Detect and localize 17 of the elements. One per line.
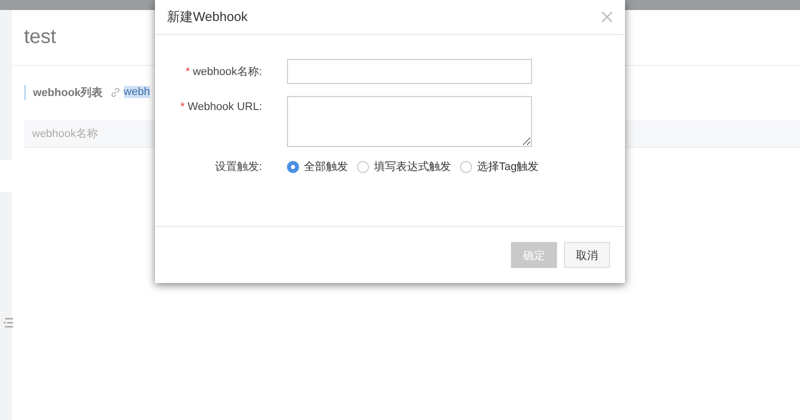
field-label: * Webhook URL: bbox=[179, 100, 263, 113]
page-title: test bbox=[23, 25, 58, 50]
webhook-link[interactable]: webh bbox=[124, 86, 150, 98]
cancel-button[interactable]: 取消 bbox=[564, 242, 610, 268]
list-icon[interactable] bbox=[3, 318, 13, 328]
field-label: 设置触发: bbox=[214, 160, 263, 174]
name-field[interactable] bbox=[287, 59, 532, 84]
section-title: webhook列表 bbox=[24, 84, 103, 100]
field-label: * webhook名称: bbox=[184, 65, 263, 79]
url-field[interactable] bbox=[287, 96, 532, 147]
dialog-title: 新建Webhook bbox=[167, 8, 248, 26]
radio-option[interactable]: 全部触发 bbox=[287, 159, 348, 174]
column-header: webhook名称 bbox=[31, 127, 98, 141]
radio-option[interactable]: 选择Tag触发 bbox=[460, 159, 539, 174]
close-icon[interactable] bbox=[601, 11, 613, 23]
link-icon bbox=[110, 86, 121, 98]
radio-option[interactable]: 填写表达式触发 bbox=[357, 159, 451, 174]
